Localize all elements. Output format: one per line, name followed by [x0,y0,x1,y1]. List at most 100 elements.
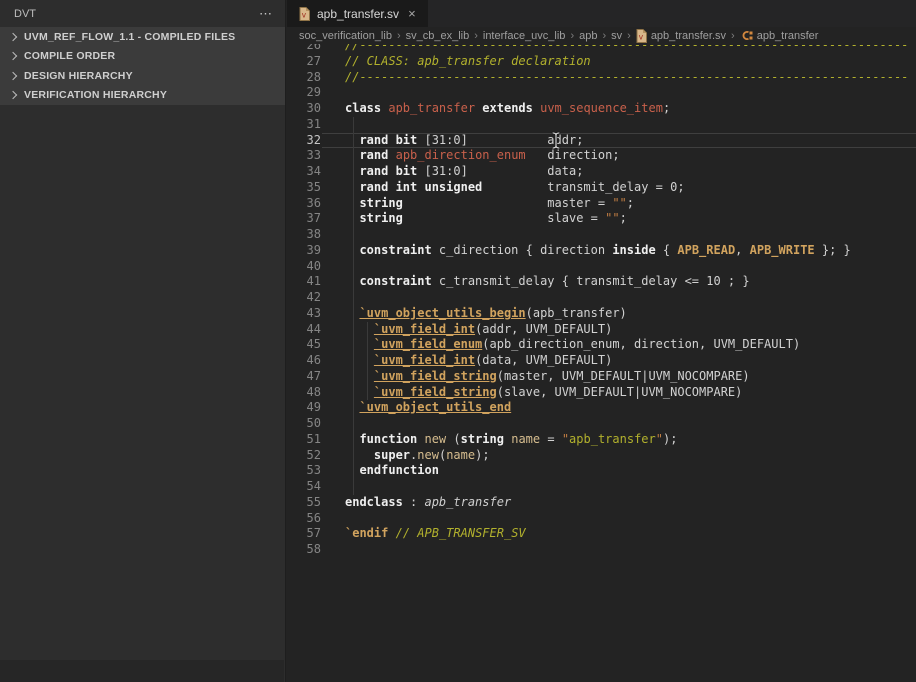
breadcrumb-label: sv_cb_ex_lib [406,30,470,42]
sv-file-icon: v [636,29,647,43]
code-line-53[interactable]: 53 endfunction [287,463,916,479]
code-line-51[interactable]: 51 function new (string name = "apb_tran… [287,432,916,448]
code-line-57[interactable]: 57`endif // APB_TRANSFER_SV [287,526,916,542]
line-number: 29 [287,85,321,101]
breadcrumb-item-apb-transfer[interactable]: apb_transfer [740,30,819,42]
code-line-31[interactable]: 31 [287,117,916,133]
svg-text:v: v [302,10,307,19]
line-content [321,227,916,243]
indent-guide [367,385,368,401]
code-line-40[interactable]: 40 [287,259,916,275]
code-line-48[interactable]: 48 `uvm_field_string(slave, UVM_DEFAULT|… [287,385,916,401]
code-line-54[interactable]: 54 [287,479,916,495]
sidebar-item-label: VERIFICATION HIERARCHY [24,89,167,101]
code-line-28[interactable]: 28//------------------------------------… [287,70,916,86]
sidebar-item-verification-hierarchy[interactable]: VERIFICATION HIERARCHY [0,86,285,106]
sidebar: DVT ⋯ UVM_REF_FLOW_1.1 - COMPILED FILESC… [0,0,286,682]
tab-label: apb_transfer.sv [317,7,399,21]
code-line-52[interactable]: 52 super.new(name); [287,448,916,464]
line-content: `endif // APB_TRANSFER_SV [321,526,916,542]
line-number: 43 [287,306,321,322]
code-line-26[interactable]: 26//------------------------------------… [287,44,916,54]
line-number: 32 [287,133,321,149]
line-content: constraint c_direction { direction insid… [321,243,916,259]
breadcrumb-item-sv-cb-ex-lib[interactable]: sv_cb_ex_lib [406,30,470,42]
indent-guide [353,353,354,369]
code-line-30[interactable]: 30class apb_transfer extends uvm_sequenc… [287,101,916,117]
breadcrumb-separator: › [570,30,574,42]
code-line-47[interactable]: 47 `uvm_field_string(master, UVM_DEFAULT… [287,369,916,385]
line-content [321,511,916,527]
code-line-35[interactable]: 35 rand int unsigned transmit_delay = 0; [287,180,916,196]
sidebar-header: DVT ⋯ [0,0,285,27]
sidebar-item-uvm-ref-flow[interactable]: UVM_REF_FLOW_1.1 - COMPILED FILES [0,27,285,47]
code-line-50[interactable]: 50 [287,416,916,432]
code-line-34[interactable]: 34 rand bit [31:0] data; [287,164,916,180]
breadcrumb-item-interface-uvc-lib[interactable]: interface_uvc_lib [483,30,566,42]
breadcrumb-item-sv[interactable]: sv [611,30,622,42]
line-content: function new (string name = "apb_transfe… [321,432,916,448]
more-actions-icon[interactable]: ⋯ [259,6,273,22]
code-line-55[interactable]: 55endclass : apb_transfer [287,495,916,511]
code-line-58[interactable]: 58 [287,542,916,558]
indent-guide [353,148,354,164]
tab-apb-transfer[interactable]: v apb_transfer.sv × [287,0,428,27]
line-content [321,290,916,306]
code-line-45[interactable]: 45 `uvm_field_enum(apb_direction_enum, d… [287,337,916,353]
code-editor[interactable]: 26//------------------------------------… [287,44,916,682]
close-icon[interactable]: × [406,7,418,20]
code-line-27[interactable]: 27// CLASS: apb_transfer declaration [287,54,916,70]
line-number: 49 [287,400,321,416]
indent-guide [353,211,354,227]
breadcrumb-item-soc-verification-lib[interactable]: soc_verification_lib [299,30,392,42]
line-content: endfunction [321,463,916,479]
indent-guide [353,290,354,306]
chevron-right-icon [9,52,17,60]
code-line-49[interactable]: 49 `uvm_object_utils_end [287,400,916,416]
code-line-33[interactable]: 33 rand apb_direction_enum direction; [287,148,916,164]
code-line-44[interactable]: 44 `uvm_field_int(addr, UVM_DEFAULT) [287,322,916,338]
line-number: 27 [287,54,321,70]
line-content: `uvm_object_utils_end [321,400,916,416]
line-content: //--------------------------------------… [321,70,916,86]
indent-guide [353,432,354,448]
indent-guide [353,227,354,243]
line-number: 45 [287,337,321,353]
code-line-39[interactable]: 39 constraint c_direction { direction in… [287,243,916,259]
line-number: 35 [287,180,321,196]
breadcrumb-separator: › [397,30,401,42]
line-number: 36 [287,196,321,212]
code-line-43[interactable]: 43 `uvm_object_utils_begin(apb_transfer) [287,306,916,322]
indent-guide [353,164,354,180]
breadcrumb-item-apb[interactable]: apb [579,30,597,42]
code-line-56[interactable]: 56 [287,511,916,527]
indent-guide [353,337,354,353]
breadcrumb-label: apb_transfer.sv [651,30,726,42]
code-line-36[interactable]: 36 string master = ""; [287,196,916,212]
indent-guide [353,274,354,290]
breadcrumb-separator: › [627,30,631,42]
sidebar-item-design-hierarchy[interactable]: DESIGN HIERARCHY [0,66,285,86]
line-number: 46 [287,353,321,369]
code-line-46[interactable]: 46 `uvm_field_int(data, UVM_DEFAULT) [287,353,916,369]
indent-guide [367,322,368,338]
indent-guide [367,353,368,369]
sidebar-item-compile-order[interactable]: COMPILE ORDER [0,47,285,67]
line-number: 47 [287,369,321,385]
code-line-29[interactable]: 29 [287,85,916,101]
code-line-37[interactable]: 37 string slave = ""; [287,211,916,227]
line-content: //--------------------------------------… [321,44,916,54]
line-content: super.new(name); [321,448,916,464]
code-line-32[interactable]: 32 rand bit [31:0] addr; [287,133,916,149]
line-content: constraint c_transmit_delay { transmit_d… [321,274,916,290]
indent-guide [353,196,354,212]
svg-text:v: v [638,32,643,41]
line-number: 50 [287,416,321,432]
code-line-38[interactable]: 38 [287,227,916,243]
chevron-right-icon [9,72,17,80]
sidebar-title: DVT [14,8,36,20]
code-line-42[interactable]: 42 [287,290,916,306]
code-line-41[interactable]: 41 constraint c_transmit_delay { transmi… [287,274,916,290]
breadcrumb-item-apb-transfer-sv[interactable]: v apb_transfer.sv [636,29,726,43]
breadcrumb: soc_verification_lib › sv_cb_ex_lib › interf… [287,27,916,44]
